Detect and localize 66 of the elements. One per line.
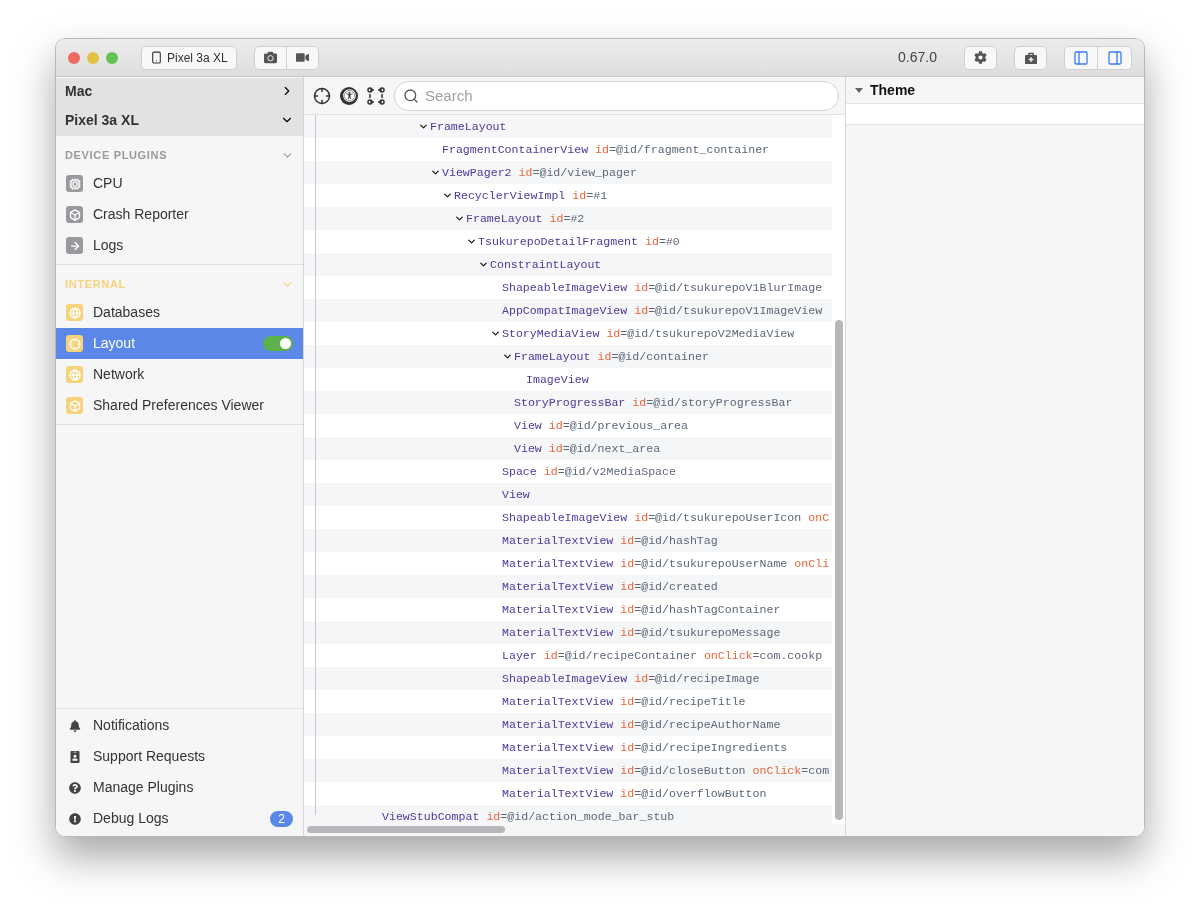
help-icon: [66, 781, 83, 794]
tree-row[interactable]: ConstraintLayout: [304, 253, 832, 276]
tree-row[interactable]: ViewPager2 id=@id/view_pager: [304, 161, 832, 184]
chevron-icon[interactable]: [430, 167, 441, 178]
briefcase-button[interactable]: [1014, 45, 1047, 70]
tree-row[interactable]: MaterialTextView id=@id/closeButton onClick=com: [304, 759, 832, 782]
tree-row[interactable]: View id=@id/next_area: [304, 437, 832, 460]
section-header: INTERNAL: [65, 276, 127, 292]
sidebar-item[interactable]: Logs: [56, 230, 303, 261]
chevron-icon[interactable]: [490, 328, 501, 339]
device-row[interactable]: Pixel 3a XL: [56, 104, 303, 136]
sidebar-item[interactable]: Crash Reporter: [56, 199, 303, 230]
right-panel-icon: [1106, 49, 1123, 66]
chevron-icon[interactable]: [466, 236, 477, 247]
chevron-icon[interactable]: [502, 351, 513, 362]
count-badge: 2: [270, 810, 293, 827]
settings-button[interactable]: [964, 45, 997, 70]
chip-icon: [66, 175, 83, 192]
bounds-icon[interactable]: [367, 86, 385, 105]
tree-row[interactable]: MaterialTextView id=@id/tsukurepoMessage: [304, 621, 832, 644]
tree-row[interactable]: FrameLayout id=#2: [304, 207, 832, 230]
globe-icon: [66, 366, 83, 383]
phone-icon: [150, 51, 163, 64]
footer-item[interactable]: Support Requests: [56, 741, 303, 772]
device-row[interactable]: Mac: [56, 78, 303, 104]
search-field[interactable]: Search: [394, 80, 839, 111]
camera-icon: [263, 51, 277, 64]
tree-row[interactable]: StoryProgressBar id=@id/storyProgressBar: [304, 391, 832, 414]
vertical-scrollbar[interactable]: [835, 320, 843, 820]
footer-item[interactable]: Notifications: [56, 710, 303, 741]
sidebar-item[interactable]: Network: [56, 359, 303, 390]
left-panel-icon: [1073, 49, 1089, 66]
accessibility-icon[interactable]: [340, 86, 358, 105]
globe-icon: [66, 304, 83, 321]
target-icon: [66, 335, 83, 352]
chevron-icon[interactable]: [442, 190, 453, 201]
footer-item[interactable]: Manage Plugins: [56, 772, 303, 803]
toggle-switch[interactable]: [263, 336, 293, 351]
search-icon: [403, 87, 419, 104]
version-label: 0.67.0: [898, 48, 937, 67]
sidebar-item[interactable]: Databases: [56, 297, 303, 328]
briefcase-icon: [1024, 51, 1037, 64]
tree-row[interactable]: View: [304, 483, 832, 506]
tree-row[interactable]: MaterialTextView id=@id/recipeAuthorName: [304, 713, 832, 736]
settings-icon: [974, 51, 987, 64]
horizontal-scrollbar[interactable]: [307, 826, 505, 833]
sidebar-item[interactable]: CPU: [56, 168, 303, 199]
tree-row[interactable]: ViewStubCompat id=@id/action_mode_bar_stub: [304, 805, 832, 824]
chevron-icon[interactable]: [478, 259, 489, 270]
cube-icon: [66, 206, 83, 223]
chevron-icon[interactable]: [454, 213, 465, 224]
cube-icon: [66, 397, 83, 414]
tree-row[interactable]: FrameLayout: [304, 115, 832, 138]
tree-row[interactable]: ShapeableImageView id=@id/recipeImage: [304, 667, 832, 690]
footer-item[interactable]: Debug Logs 2: [56, 803, 303, 834]
device-button[interactable]: Pixel 3a XL: [141, 45, 237, 70]
chevron-icon[interactable]: [418, 121, 429, 132]
tree-row[interactable]: MaterialTextView id=@id/hashTag: [304, 529, 832, 552]
tree-row[interactable]: AppCompatImageView id=@id/tsukurepoV1ImageView: [304, 299, 832, 322]
target-icon[interactable]: [313, 86, 331, 105]
tree-row[interactable]: FrameLayout id=@id/container: [304, 345, 832, 368]
sidebar-item[interactable]: Shared Preferences Viewer: [56, 390, 303, 421]
section-header: DEVICE PLUGINS: [65, 147, 169, 163]
tree-row[interactable]: MaterialTextView id=@id/created: [304, 575, 832, 598]
alert-icon: [66, 812, 83, 825]
video-camera-icon: [295, 51, 309, 64]
